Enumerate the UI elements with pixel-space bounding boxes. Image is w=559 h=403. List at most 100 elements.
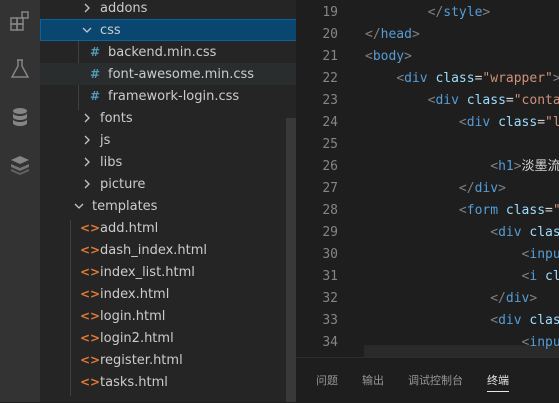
code-line: 21 <body>: [296, 46, 559, 68]
code-token: <: [365, 49, 373, 64]
file-html[interactable]: <> index.html: [40, 283, 296, 305]
file-html[interactable]: <> dash_index.html: [40, 239, 296, 261]
extensions-icon[interactable]: [5, 6, 35, 36]
tab-debug-console[interactable]: 调试控制台: [408, 372, 463, 388]
html-file-icon: <>: [80, 375, 101, 389]
code-token: input: [529, 247, 559, 262]
code-token: class: [466, 93, 506, 108]
html-file-icon: <>: [80, 243, 101, 257]
folder-templates[interactable]: templates: [40, 195, 296, 217]
test-flask-icon[interactable]: [5, 54, 35, 84]
activity-bar: [0, 0, 40, 402]
code-token: <: [490, 225, 499, 240]
code-line: 23 <div class="contai: [296, 90, 559, 112]
code-token: >: [498, 181, 506, 196]
code-token: >: [513, 159, 522, 174]
folder-addons[interactable]: addons: [40, 0, 296, 19]
chevron-down-icon: [72, 199, 86, 213]
code-text: <input: [365, 332, 559, 354]
code-token: <: [458, 203, 467, 218]
code-line: 22 <div class="wrapper">: [296, 68, 559, 90]
code-text: <div clas: [365, 310, 559, 332]
code-token: <: [490, 159, 499, 174]
folder-label: templates: [92, 198, 158, 214]
code-text: <input: [365, 244, 559, 266]
code-line: 29 <div clas: [296, 222, 559, 244]
code-line: 19 </style>: [296, 2, 559, 24]
folder-label: js: [100, 132, 111, 148]
code-token: div: [466, 115, 491, 130]
line-number: 28: [322, 203, 338, 218]
code-editor[interactable]: 19 </style> 20 </head> 21 <body> 22 <div clas…: [296, 0, 559, 357]
file-css[interactable]: # font-awesome.min.css: [40, 63, 296, 85]
code-token: "lo: [545, 115, 559, 130]
code-token: class: [498, 115, 538, 130]
folder-libs[interactable]: libs: [40, 151, 296, 173]
code-token: >: [529, 291, 538, 306]
code-token: div: [498, 225, 522, 240]
file-css[interactable]: # backend.min.css: [40, 41, 296, 63]
tab-output[interactable]: 输出: [362, 372, 384, 388]
folder-css[interactable]: css: [40, 19, 296, 41]
chevron-right-icon: [80, 133, 94, 147]
folder-label: addons: [100, 0, 148, 16]
file-label: dash_index.html: [100, 242, 208, 258]
html-file-icon: <>: [80, 331, 101, 345]
code-line: 28 <form class=": [296, 200, 559, 222]
code-token: >: [411, 27, 420, 42]
explorer-sidebar: addons css # backend.min.css # font-awesome…: [40, 0, 296, 402]
database-icon[interactable]: [5, 102, 35, 132]
code-line: 33 <div clas: [296, 310, 559, 332]
line-number: 26: [322, 159, 338, 174]
sidebar-scrollbar[interactable]: [286, 0, 296, 402]
tab-terminal[interactable]: 终端: [487, 372, 509, 392]
line-number: 32: [322, 291, 338, 306]
code-token: div: [435, 93, 459, 108]
file-html[interactable]: <> add.html: [40, 217, 296, 239]
html-file-icon: <>: [80, 353, 101, 367]
scrollbar-thumb[interactable]: [286, 118, 296, 402]
code-token: clas: [529, 313, 559, 328]
code-token: >: [404, 49, 412, 64]
folder-fonts[interactable]: fonts: [40, 107, 296, 129]
file-html[interactable]: <> register.html: [40, 349, 296, 371]
folder-picture[interactable]: picture: [40, 173, 296, 195]
chevron-right-icon: [80, 177, 94, 191]
line-number: 31: [322, 269, 338, 284]
code-text: <i cla: [365, 266, 559, 288]
file-html[interactable]: <> login2.html: [40, 327, 296, 349]
code-token: <: [396, 71, 405, 86]
file-html[interactable]: <> login.html: [40, 305, 296, 327]
file-label: login2.html: [100, 330, 174, 346]
line-number: 22: [322, 71, 338, 86]
code-token: input: [529, 335, 559, 350]
line-number: 34: [322, 335, 338, 350]
file-html[interactable]: <> index_list.html: [40, 261, 296, 283]
tab-problems[interactable]: 问题: [316, 372, 338, 388]
layers-icon[interactable]: [5, 150, 35, 180]
css-file-icon: #: [89, 89, 101, 103]
code-token: <: [458, 115, 467, 130]
line-number: 23: [322, 93, 338, 108]
file-css[interactable]: # framework-login.css: [40, 85, 296, 107]
code-line: 20 </head>: [296, 24, 559, 46]
code-token: >: [482, 5, 491, 20]
code-line: 30 <input: [296, 244, 559, 266]
file-label: tasks.html: [100, 374, 168, 390]
code-token: clas: [529, 225, 559, 240]
file-html[interactable]: <> tasks.html: [40, 371, 296, 393]
code-text: <h1>淡墨流: [365, 156, 559, 178]
code-token: 淡墨流: [521, 159, 559, 174]
folder-js[interactable]: js: [40, 129, 296, 151]
html-file-icon: <>: [80, 221, 101, 235]
html-file-icon: <>: [80, 287, 101, 301]
code-text: <body>: [365, 46, 412, 68]
